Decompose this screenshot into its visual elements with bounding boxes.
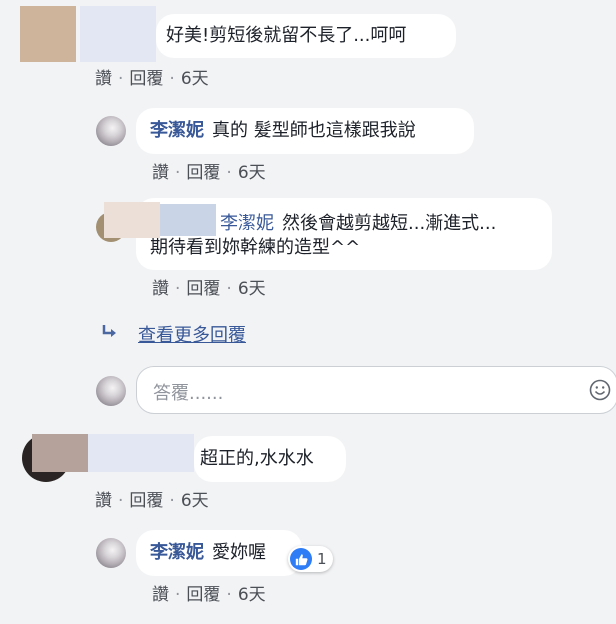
like-link[interactable]: 讚 xyxy=(152,279,169,299)
reply-actions: 讚 · 回覆 · 6天 xyxy=(152,279,266,299)
reply-arrow-icon xyxy=(100,322,120,342)
view-more-replies-link[interactable]: 查看更多回覆 xyxy=(138,321,246,347)
avatar xyxy=(96,376,126,406)
avatar[interactable] xyxy=(96,538,126,568)
reply-text-line1: 然後會越剪越短...漸進式... xyxy=(282,213,497,234)
blurred-avatar xyxy=(104,202,160,238)
reply-link[interactable]: 回覆 xyxy=(186,279,220,299)
comment-bubble: 好美!剪短後就留不長了...呵呵 xyxy=(156,14,456,58)
reply-actions: 讚 · 回覆 · 6天 xyxy=(152,585,266,605)
like-link[interactable]: 讚 xyxy=(95,491,112,511)
comment-actions: 讚 · 回覆 · 6天 xyxy=(95,491,209,511)
author-name[interactable]: 李潔妮 xyxy=(220,213,274,234)
reply-link[interactable]: 回覆 xyxy=(186,585,220,605)
blurred-name xyxy=(88,434,194,472)
blurred-name xyxy=(80,6,156,62)
reply-input[interactable]: 答覆...... xyxy=(136,366,616,414)
timestamp[interactable]: 6天 xyxy=(181,69,209,89)
reply-bubble: 李潔妮 愛妳喔 xyxy=(136,530,302,576)
reply-text-line2: 期待看到妳幹練的造型^^ xyxy=(150,237,361,258)
reply-link[interactable]: 回覆 xyxy=(186,163,220,183)
timestamp[interactable]: 6天 xyxy=(238,163,266,183)
comment-text: 好美!剪短後就留不長了...呵呵 xyxy=(166,25,407,46)
blurred-avatar xyxy=(20,6,76,62)
reply-text: 愛妳喔 xyxy=(212,542,266,563)
timestamp[interactable]: 6天 xyxy=(181,491,209,511)
like-link[interactable]: 讚 xyxy=(152,585,169,605)
like-link[interactable]: 讚 xyxy=(95,69,112,89)
timestamp[interactable]: 6天 xyxy=(238,279,266,299)
avatar[interactable] xyxy=(96,116,126,146)
reply-text: 真的 髮型師也這樣跟我說 xyxy=(212,120,416,141)
thumbs-up-icon xyxy=(290,548,312,570)
comment-text: 超正的,水水水 xyxy=(200,448,314,469)
reply-link[interactable]: 回覆 xyxy=(129,69,163,89)
emoji-icon[interactable] xyxy=(589,379,611,401)
reply-input-placeholder: 答覆...... xyxy=(153,383,224,404)
comment-actions: 讚 · 回覆 · 6天 xyxy=(95,69,209,89)
reply-link[interactable]: 回覆 xyxy=(129,491,163,511)
blurred-avatar xyxy=(32,434,88,472)
author-name[interactable]: 李潔妮 xyxy=(150,542,204,563)
timestamp[interactable]: 6天 xyxy=(238,585,266,605)
like-link[interactable]: 讚 xyxy=(152,163,169,183)
reply-bubble: 李潔妮 真的 髮型師也這樣跟我說 xyxy=(136,108,474,154)
reaction-badge[interactable]: 1 xyxy=(288,546,333,572)
reply-actions: 讚 · 回覆 · 6天 xyxy=(152,163,266,183)
author-name[interactable]: 李潔妮 xyxy=(150,120,204,141)
reaction-count: 1 xyxy=(317,550,327,568)
blurred-name xyxy=(160,204,216,236)
comment-bubble: 超正的,水水水 xyxy=(194,436,346,482)
